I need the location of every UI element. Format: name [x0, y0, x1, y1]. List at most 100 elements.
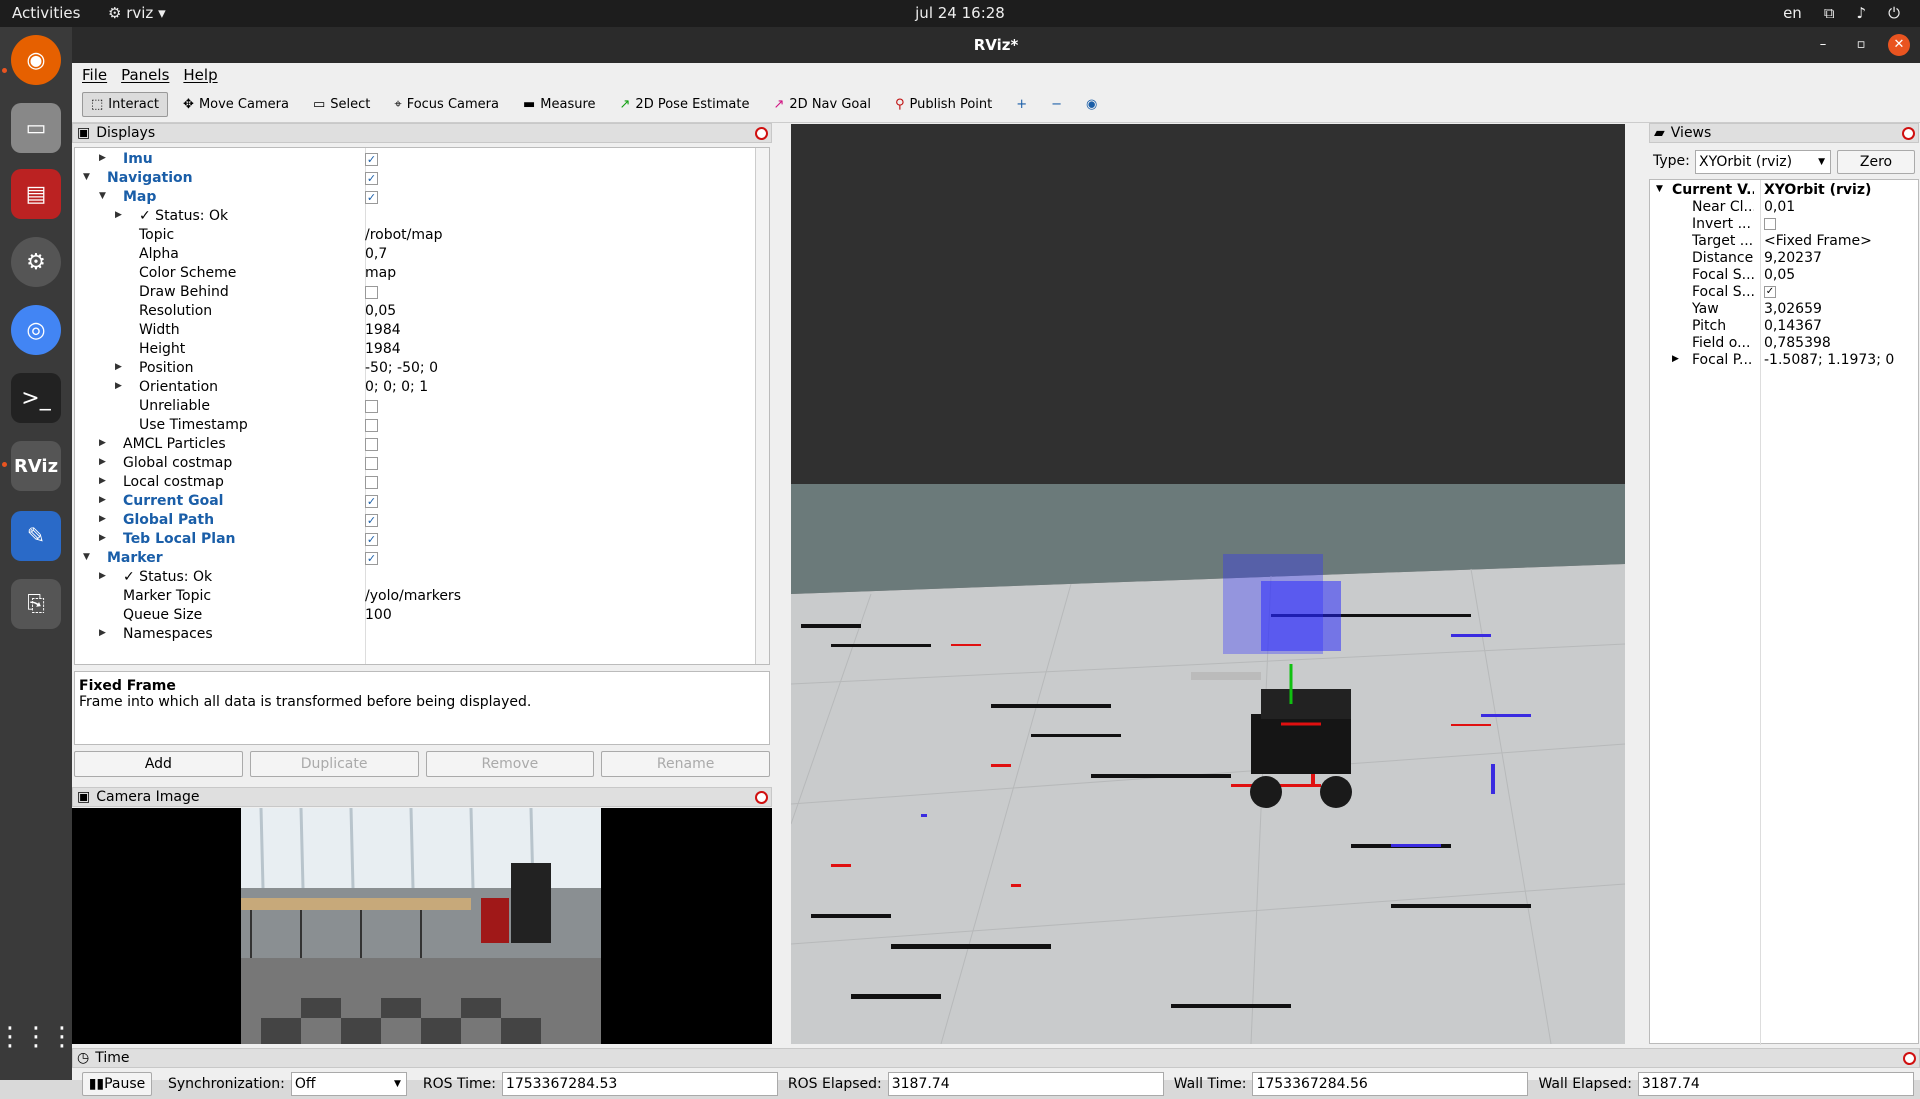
- maximize-icon[interactable]: ▫: [1850, 34, 1872, 56]
- app-menu[interactable]: ⚙ rviz ▾: [108, 4, 166, 22]
- text-editor-icon[interactable]: ✎: [11, 511, 61, 561]
- display-value[interactable]: /robot/map: [365, 227, 443, 243]
- tool-interact[interactable]: ⬚ Interact: [82, 92, 169, 117]
- view-property-row[interactable]: ▼ Current V... XYOrbit (rviz): [1650, 182, 1918, 199]
- display-checkbox[interactable]: ✓: [365, 495, 378, 508]
- chrome-icon[interactable]: ◎: [11, 305, 61, 355]
- tool-publish-point[interactable]: ⚲ Publish Point: [886, 92, 1001, 117]
- add-button[interactable]: Add: [74, 751, 243, 777]
- display-value[interactable]: 1984: [365, 322, 401, 338]
- terminal-red-icon[interactable]: ▤: [11, 169, 61, 219]
- menu-file[interactable]: File: [82, 66, 107, 84]
- display-checkbox[interactable]: [365, 438, 378, 451]
- display-row[interactable]: ▶ Orientation 0; 0; 0; 1: [75, 378, 751, 397]
- ros-time-field[interactable]: 1753367284.53: [501, 1072, 778, 1096]
- display-checkbox[interactable]: ✓: [365, 153, 378, 166]
- display-value[interactable]: /yolo/markers: [365, 588, 461, 604]
- clock[interactable]: jul 24 16:28: [0, 4, 1920, 22]
- view-property-value[interactable]: -1.5087; 1.1973; 0: [1764, 352, 1894, 368]
- view-property-row[interactable]: Focal S... ✓: [1650, 284, 1918, 301]
- display-checkbox[interactable]: ✓: [365, 191, 378, 204]
- display-row[interactable]: ▶ Global Path ✓: [75, 511, 751, 530]
- expand-icon[interactable]: ▶: [99, 533, 109, 543]
- view-property-row[interactable]: ▶ Focal P... -1.5087; 1.1973; 0: [1650, 352, 1918, 369]
- display-value[interactable]: 0; 0; 0; 1: [365, 379, 428, 395]
- close-panel-icon[interactable]: [755, 127, 768, 140]
- zero-button[interactable]: Zero: [1837, 150, 1915, 174]
- expand-icon[interactable]: ▶: [99, 514, 109, 524]
- display-row[interactable]: Width 1984: [75, 321, 751, 340]
- display-checkbox[interactable]: [365, 419, 378, 432]
- sync-select[interactable]: Off ▼: [290, 1072, 407, 1096]
- display-checkbox[interactable]: ✓: [365, 533, 378, 546]
- system-tray[interactable]: en ⧉ ♪ ⏻: [1783, 4, 1900, 22]
- display-row[interactable]: ▶ Imu ✓: [75, 150, 751, 169]
- view-property-row[interactable]: Invert ...: [1650, 216, 1918, 233]
- display-checkbox[interactable]: ✓: [365, 552, 378, 565]
- display-row[interactable]: ▶ Current Goal ✓: [75, 492, 751, 511]
- display-row[interactable]: ▼ Map ✓: [75, 188, 751, 207]
- wall-elapsed-field[interactable]: 3187.74: [1637, 1072, 1914, 1096]
- firefox-icon[interactable]: ◉: [11, 35, 61, 85]
- remove-button[interactable]: Remove: [425, 751, 595, 777]
- app-grid-icon[interactable]: ⋮⋮⋮: [0, 1012, 75, 1062]
- view-property-row[interactable]: Pitch 0,14367: [1650, 318, 1918, 335]
- close-panel-icon[interactable]: [1903, 1052, 1916, 1065]
- display-row[interactable]: ▶ Namespaces: [75, 625, 751, 644]
- tool-2d-pose-estimate[interactable]: ↗ 2D Pose Estimate: [611, 92, 759, 117]
- 3d-render-view[interactable]: [791, 124, 1625, 1044]
- display-checkbox[interactable]: ✓: [365, 514, 378, 527]
- display-row[interactable]: Queue Size 100: [75, 606, 751, 625]
- expand-icon[interactable]: ▶: [99, 495, 109, 505]
- language-indicator[interactable]: en: [1783, 4, 1802, 22]
- expand-icon[interactable]: ▶: [115, 210, 125, 220]
- display-row[interactable]: ▶ ✓ Status: Ok: [75, 568, 751, 587]
- tool-move-camera[interactable]: ✥ Move Camera: [174, 92, 298, 117]
- expand-icon[interactable]: ▶: [115, 381, 125, 391]
- tool-2d-nav-goal[interactable]: ↗ 2D Nav Goal: [765, 92, 880, 117]
- zoom-in-icon[interactable]: +: [1007, 92, 1036, 117]
- display-value[interactable]: 1984: [365, 341, 401, 357]
- display-row[interactable]: ▶ Teb Local Plan ✓: [75, 530, 751, 549]
- view-property-value[interactable]: 0,01: [1764, 199, 1795, 215]
- expand-icon[interactable]: ▶: [1672, 354, 1679, 364]
- close-icon[interactable]: ✕: [1888, 34, 1910, 56]
- display-value[interactable]: 100: [365, 607, 392, 623]
- expand-icon[interactable]: ▶: [99, 571, 109, 581]
- collapse-icon[interactable]: ▼: [83, 552, 93, 562]
- activities-button[interactable]: Activities: [12, 4, 80, 22]
- expand-icon[interactable]: ▶: [99, 457, 109, 467]
- view-property-checkbox[interactable]: ✓: [1764, 286, 1776, 298]
- view-type-select[interactable]: XYOrbit (rviz) ▼: [1695, 150, 1831, 174]
- close-panel-icon[interactable]: [755, 791, 768, 804]
- collapse-icon[interactable]: ▼: [83, 172, 93, 182]
- display-row[interactable]: ▼ Marker ✓: [75, 549, 751, 568]
- display-value[interactable]: 0,7: [365, 246, 387, 262]
- display-checkbox[interactable]: ✓: [365, 172, 378, 185]
- display-value[interactable]: map: [365, 265, 396, 281]
- view-property-value[interactable]: 0,05: [1764, 267, 1795, 283]
- ros-elapsed-field[interactable]: 3187.74: [887, 1072, 1164, 1096]
- files-icon[interactable]: ▭: [11, 103, 61, 153]
- view-property-value[interactable]: 0,785398: [1764, 335, 1831, 351]
- scrollbar[interactable]: [755, 148, 769, 664]
- view-property-value[interactable]: <Fixed Frame>: [1764, 233, 1872, 249]
- displays-tree[interactable]: ▶ Imu ✓ ▼ Navigation ✓ ▼ Map ✓ ▶ ✓ Status: Ok Topic…: [74, 147, 770, 665]
- display-row[interactable]: ▼ Navigation ✓: [75, 169, 751, 188]
- display-row[interactable]: ▶ AMCL Particles: [75, 435, 751, 454]
- collapse-icon[interactable]: ▼: [99, 191, 109, 201]
- view-properties-tree[interactable]: ▼ Current V... XYOrbit (rviz) Near Cl... 0,0…: [1649, 179, 1919, 1045]
- terminal-icon[interactable]: >_: [11, 373, 61, 423]
- eye-icon[interactable]: ◉: [1077, 92, 1106, 117]
- display-row[interactable]: ▶ ✓ Status: Ok: [75, 207, 751, 226]
- display-checkbox[interactable]: [365, 286, 378, 299]
- display-row[interactable]: Topic/robot/map: [75, 226, 751, 245]
- display-checkbox[interactable]: [365, 457, 378, 470]
- menu-panels[interactable]: Panels: [121, 66, 169, 84]
- view-property-row[interactable]: Yaw 3,02659: [1650, 301, 1918, 318]
- duplicate-button[interactable]: Duplicate: [249, 751, 419, 777]
- usb-icon[interactable]: ⎘: [11, 579, 61, 629]
- expand-icon[interactable]: ▶: [99, 153, 109, 163]
- collapse-icon[interactable]: ▼: [1656, 184, 1663, 194]
- pause-button[interactable]: ▮▮Pause: [82, 1072, 152, 1096]
